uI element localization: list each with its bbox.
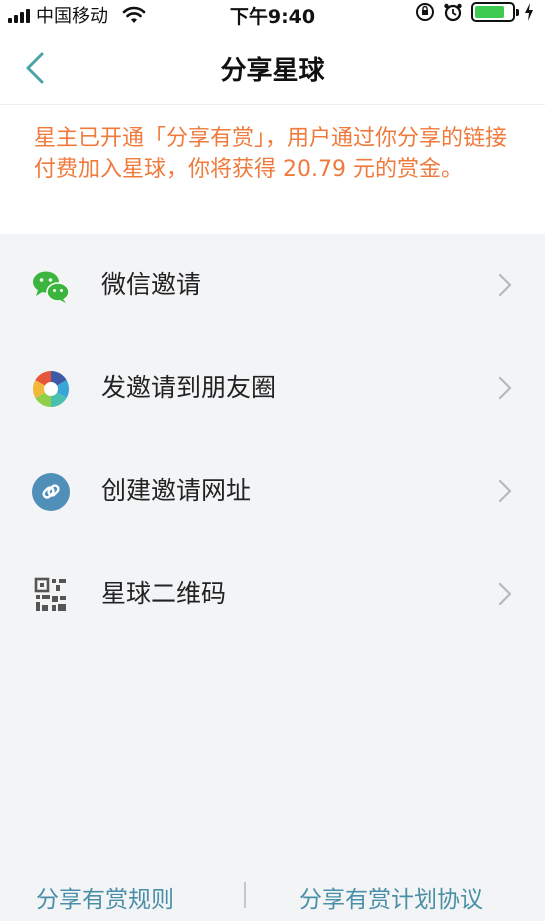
- chevron-right-icon: [498, 582, 512, 606]
- share-menu: 微信邀请 发邀请到朋友圈 创建邀请网址 星球二维码: [0, 234, 545, 646]
- rotation-lock-icon: [416, 3, 434, 21]
- reward-agreement-link[interactable]: 分享有赏计划协议: [299, 880, 483, 914]
- menu-item-label: 微信邀请: [101, 270, 202, 299]
- menu-item-label: 创建邀请网址: [101, 476, 252, 505]
- status-right: [415, 2, 535, 22]
- nav-bar: 分享星球: [0, 28, 545, 104]
- chevron-right-icon: [498, 376, 512, 400]
- reward-rules-link[interactable]: 分享有赏规则: [36, 880, 174, 914]
- footer-divider: [244, 882, 246, 908]
- link-icon: [32, 473, 70, 511]
- footer: 分享有赏规则 分享有赏计划协议: [0, 872, 545, 916]
- alarm-icon: [444, 3, 462, 22]
- battery-icon: [471, 2, 519, 22]
- chevron-right-icon: [498, 273, 512, 297]
- status-bar: 中国移动 下午9:40: [0, 0, 545, 28]
- page-title: 分享星球: [220, 56, 325, 86]
- menu-item-create-invite-link[interactable]: 创建邀请网址: [0, 440, 545, 543]
- menu-item-wechat-invite[interactable]: 微信邀请: [0, 234, 545, 337]
- charging-icon: [525, 3, 533, 21]
- wechat-icon: [33, 271, 70, 303]
- menu-item-moments-invite[interactable]: 发邀请到朋友圈: [0, 337, 545, 440]
- menu-item-label: 星球二维码: [101, 579, 227, 608]
- menu-item-label: 发邀请到朋友圈: [101, 373, 277, 402]
- chevron-right-icon: [498, 479, 512, 503]
- battery-fill: [475, 6, 504, 18]
- reward-notice: 星主已开通「分享有赏」，用户通过你分享的链接付费加入星球，你将获得 20.79 …: [0, 104, 545, 234]
- qr-code-icon: [34, 577, 66, 611]
- menu-item-qr-code[interactable]: 星球二维码: [0, 543, 545, 646]
- reward-notice-text: 星主已开通「分享有赏」，用户通过你分享的链接付费加入星球，你将获得 20.79 …: [34, 126, 508, 182]
- moments-icon: [32, 371, 70, 407]
